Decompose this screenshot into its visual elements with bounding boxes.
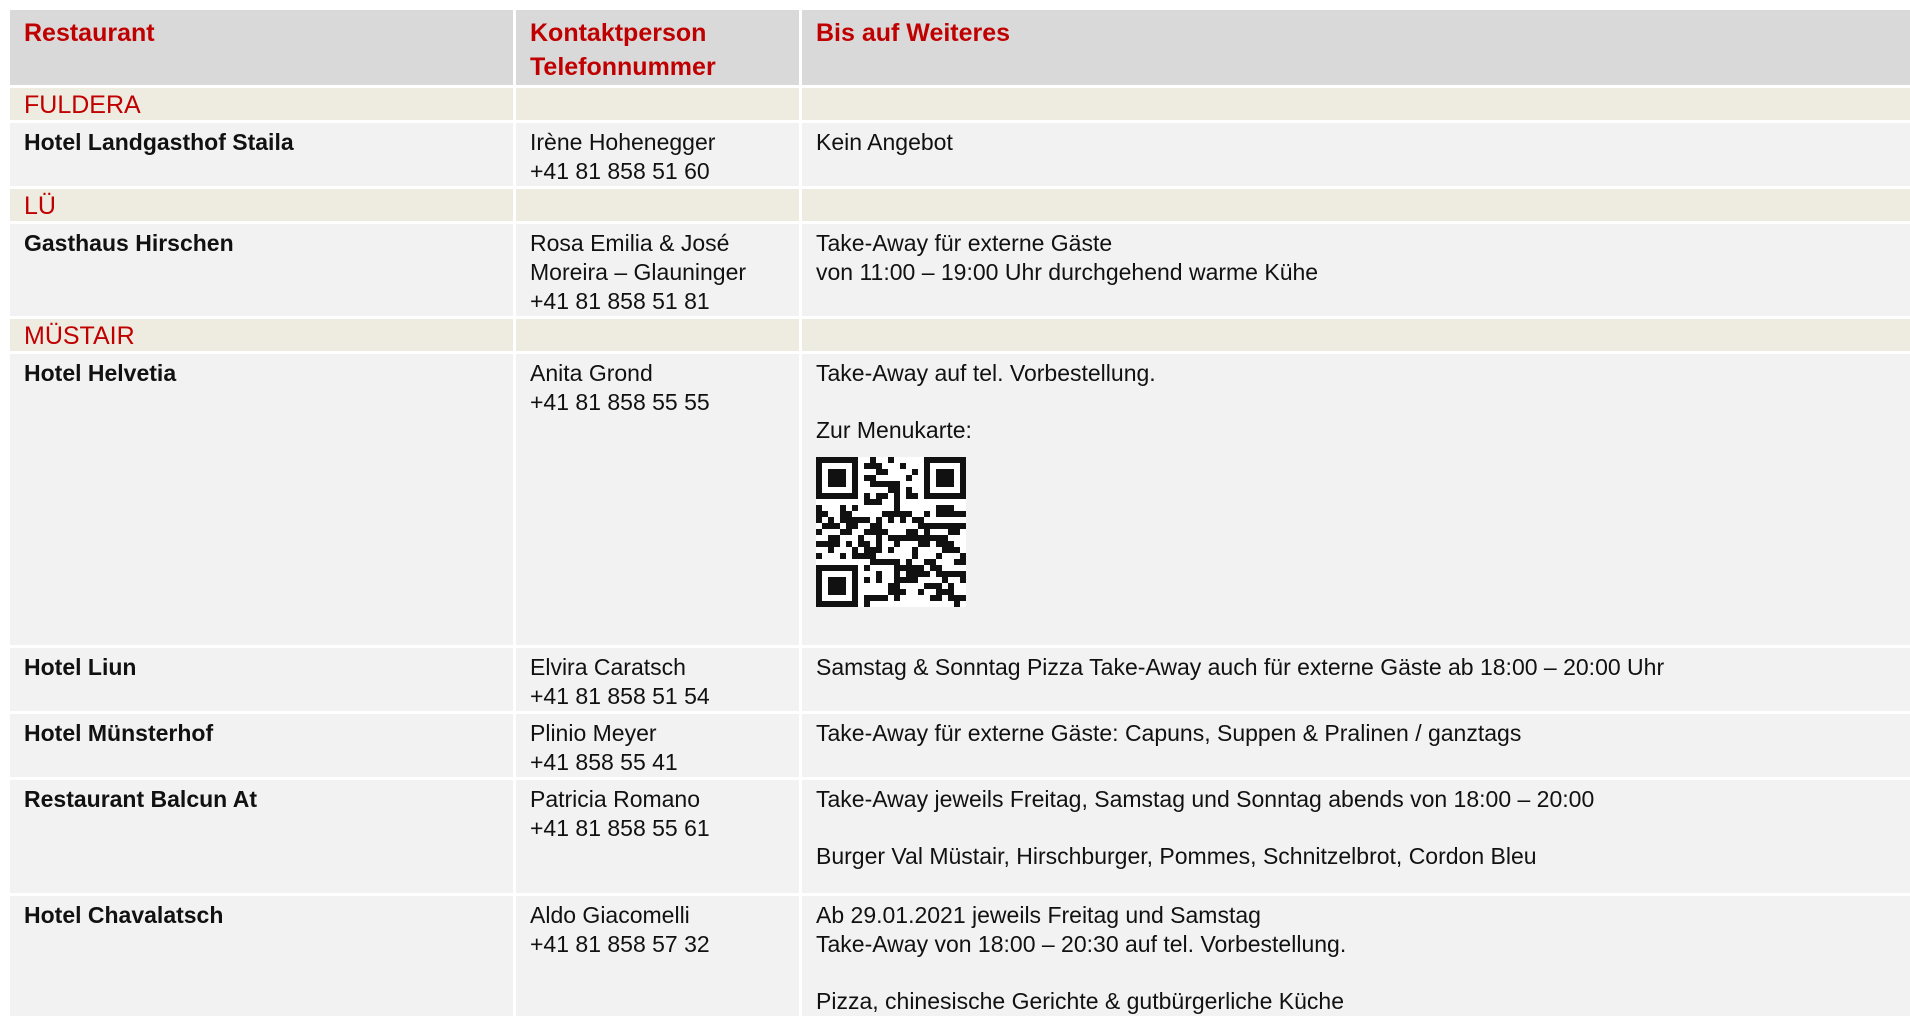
restaurant-name: Gasthaus Hirschen — [9, 223, 515, 318]
section-row-mustair: MÜSTAIR — [9, 318, 1910, 353]
offer-text: Zur Menukarte: — [816, 416, 1898, 445]
phone-number: +41 858 55 41 — [530, 748, 787, 777]
offer-cell: Take-Away auf tel. Vorbestellung. Zur Me… — [801, 353, 1910, 647]
header-restaurant: Restaurant — [9, 9, 515, 87]
offer-text: Take-Away für externe Gäste: Capuns, Sup… — [816, 719, 1898, 748]
table-header-row: Restaurant Kontaktperson Telefonnummer B… — [9, 9, 1910, 87]
offer-text: Pizza, chinesische Gerichte & gutbürgerl… — [816, 987, 1898, 1016]
phone-number: +41 81 858 57 32 — [530, 930, 787, 959]
phone-number: +41 81 858 55 61 — [530, 814, 787, 843]
contact-cell: Patricia Romano +41 81 858 55 61 — [515, 779, 801, 895]
table-row: Hotel Chavalatsch Aldo Giacomelli +41 81… — [9, 895, 1910, 1018]
offer-cell: Take-Away jeweils Freitag, Samstag und S… — [801, 779, 1910, 895]
contact-person: Aldo Giacomelli — [530, 901, 787, 930]
contact-cell: Plinio Meyer +41 858 55 41 — [515, 713, 801, 779]
offer-text: von 11:00 – 19:00 Uhr durchgehend warme … — [816, 258, 1898, 287]
contact-person: Elvira Caratsch — [530, 653, 787, 682]
table-row: Hotel Münsterhof Plinio Meyer +41 858 55… — [9, 713, 1910, 779]
table-row: Hotel Helvetia Anita Grond +41 81 858 55… — [9, 353, 1910, 647]
offer-text: Take-Away jeweils Freitag, Samstag und S… — [816, 785, 1898, 814]
offer-text: Take-Away für externe Gäste — [816, 229, 1898, 258]
contact-cell: Elvira Caratsch +41 81 858 51 54 — [515, 647, 801, 713]
restaurant-name: Restaurant Balcun At — [9, 779, 515, 895]
section-row-fuldera: FULDERA — [9, 87, 1910, 122]
offer-text: Ab 29.01.2021 jeweils Freitag und Samsta… — [816, 901, 1898, 930]
restaurant-name: Hotel Helvetia — [9, 353, 515, 647]
offer-cell: Samstag & Sonntag Pizza Take-Away auch f… — [801, 647, 1910, 713]
offer-text: Burger Val Müstair, Hirschburger, Pommes… — [816, 842, 1898, 871]
contact-person: Irène Hohenegger — [530, 128, 787, 157]
table-row: Restaurant Balcun At Patricia Romano +41… — [9, 779, 1910, 895]
contact-cell: Rosa Emilia & José Moreira – Glauninger … — [515, 223, 801, 318]
restaurant-name: Hotel Münsterhof — [9, 713, 515, 779]
offer-cell: Take-Away für externe Gäste von 11:00 – … — [801, 223, 1910, 318]
contact-cell: Irène Hohenegger +41 81 858 51 60 — [515, 122, 801, 188]
restaurant-table: Restaurant Kontaktperson Telefonnummer B… — [7, 7, 1910, 1019]
restaurant-name: Hotel Liun — [9, 647, 515, 713]
offer-text: Kein Angebot — [816, 128, 1898, 157]
phone-number: +41 81 858 51 60 — [530, 157, 787, 186]
phone-number: +41 81 858 51 81 — [530, 287, 787, 316]
header-contact: Kontaktperson Telefonnummer — [515, 9, 801, 87]
phone-number: +41 81 858 51 54 — [530, 682, 787, 711]
header-contact-person: Kontaktperson — [530, 16, 787, 50]
header-phone: Telefonnummer — [530, 50, 787, 84]
contact-person: Plinio Meyer — [530, 719, 787, 748]
offer-cell: Ab 29.01.2021 jeweils Freitag und Samsta… — [801, 895, 1910, 1018]
offer-text: Take-Away auf tel. Vorbestellung. — [816, 359, 1898, 388]
section-title: LÜ — [9, 188, 515, 223]
table-row: Hotel Liun Elvira Caratsch +41 81 858 51… — [9, 647, 1910, 713]
restaurant-name: Hotel Landgasthof Staila — [9, 122, 515, 188]
offer-cell: Kein Angebot — [801, 122, 1910, 188]
qr-code-icon[interactable] — [816, 457, 966, 607]
restaurant-name: Hotel Chavalatsch — [9, 895, 515, 1018]
offer-text: Samstag & Sonntag Pizza Take-Away auch f… — [816, 653, 1898, 682]
phone-number: +41 81 858 55 55 — [530, 388, 787, 417]
contact-person: Moreira – Glauninger — [530, 258, 787, 287]
contact-cell: Aldo Giacomelli +41 81 858 57 32 — [515, 895, 801, 1018]
table-row: Hotel Landgasthof Staila Irène Hohenegge… — [9, 122, 1910, 188]
section-title: FULDERA — [9, 87, 515, 122]
contact-cell: Anita Grond +41 81 858 55 55 — [515, 353, 801, 647]
contact-person: Patricia Romano — [530, 785, 787, 814]
header-offer: Bis auf Weiteres — [801, 9, 1910, 87]
table-row: Gasthaus Hirschen Rosa Emilia & José Mor… — [9, 223, 1910, 318]
section-title: MÜSTAIR — [9, 318, 515, 353]
offer-cell: Take-Away für externe Gäste: Capuns, Sup… — [801, 713, 1910, 779]
section-row-lu: LÜ — [9, 188, 1910, 223]
offer-text: Take-Away von 18:00 – 20:30 auf tel. Vor… — [816, 930, 1898, 959]
contact-person: Rosa Emilia & José — [530, 229, 787, 258]
contact-person: Anita Grond — [530, 359, 787, 388]
